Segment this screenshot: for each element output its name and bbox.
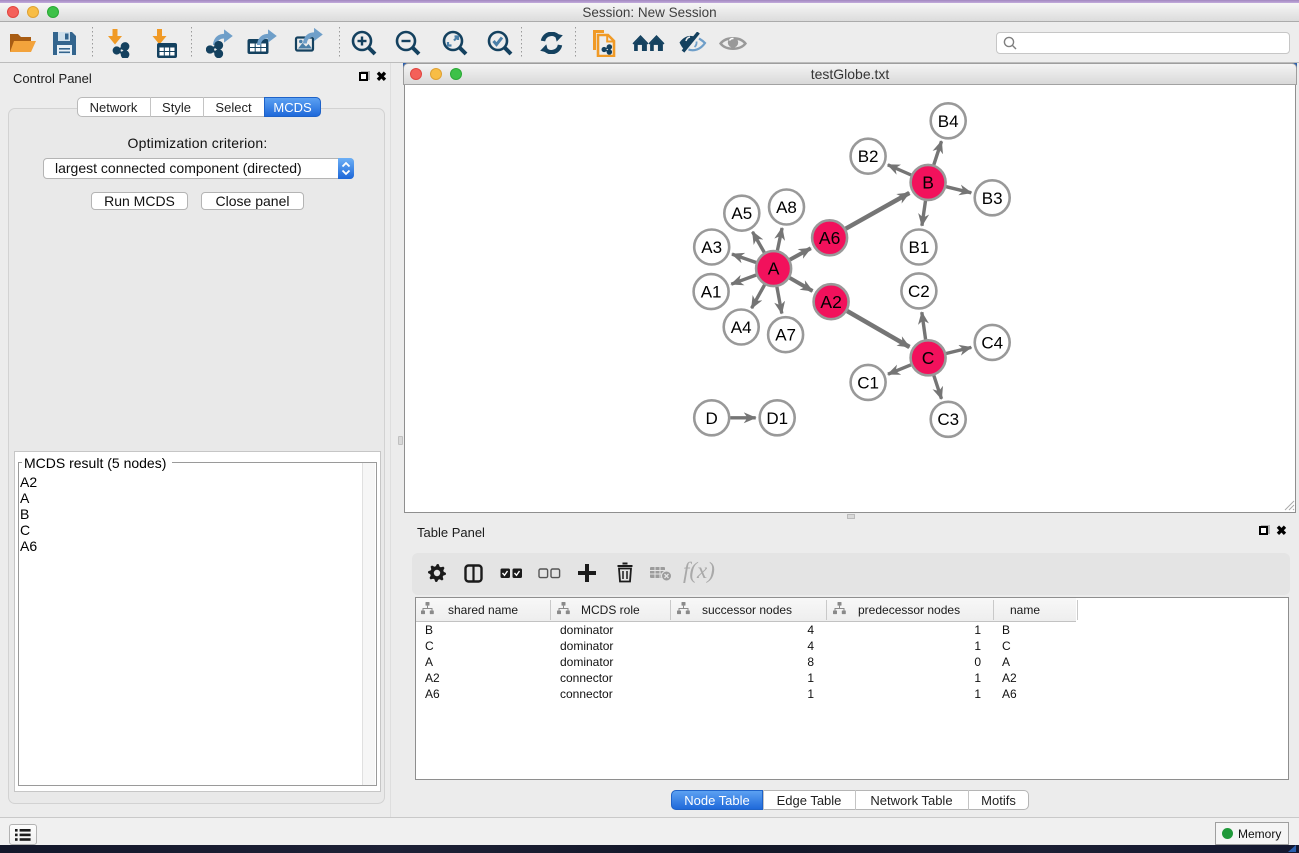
svg-text:C2: C2 xyxy=(908,282,930,301)
svg-text:D: D xyxy=(706,409,718,428)
svg-text:A6: A6 xyxy=(819,228,840,248)
svg-text:A8: A8 xyxy=(776,198,797,217)
svg-text:B3: B3 xyxy=(982,189,1003,208)
svg-text:C4: C4 xyxy=(981,333,1003,352)
svg-text:C: C xyxy=(922,348,935,368)
svg-text:A5: A5 xyxy=(731,204,752,223)
svg-text:A4: A4 xyxy=(731,318,752,337)
svg-text:C1: C1 xyxy=(857,373,879,392)
svg-text:A1: A1 xyxy=(701,283,722,302)
svg-text:B: B xyxy=(922,173,934,193)
svg-text:B2: B2 xyxy=(858,147,879,166)
svg-text:B4: B4 xyxy=(938,112,959,131)
svg-text:A2: A2 xyxy=(820,292,841,312)
svg-text:B1: B1 xyxy=(909,238,930,257)
svg-text:A: A xyxy=(768,259,780,279)
svg-text:C3: C3 xyxy=(937,410,959,429)
svg-text:A7: A7 xyxy=(775,326,796,345)
svg-text:D1: D1 xyxy=(766,409,788,428)
svg-text:A3: A3 xyxy=(701,238,722,257)
